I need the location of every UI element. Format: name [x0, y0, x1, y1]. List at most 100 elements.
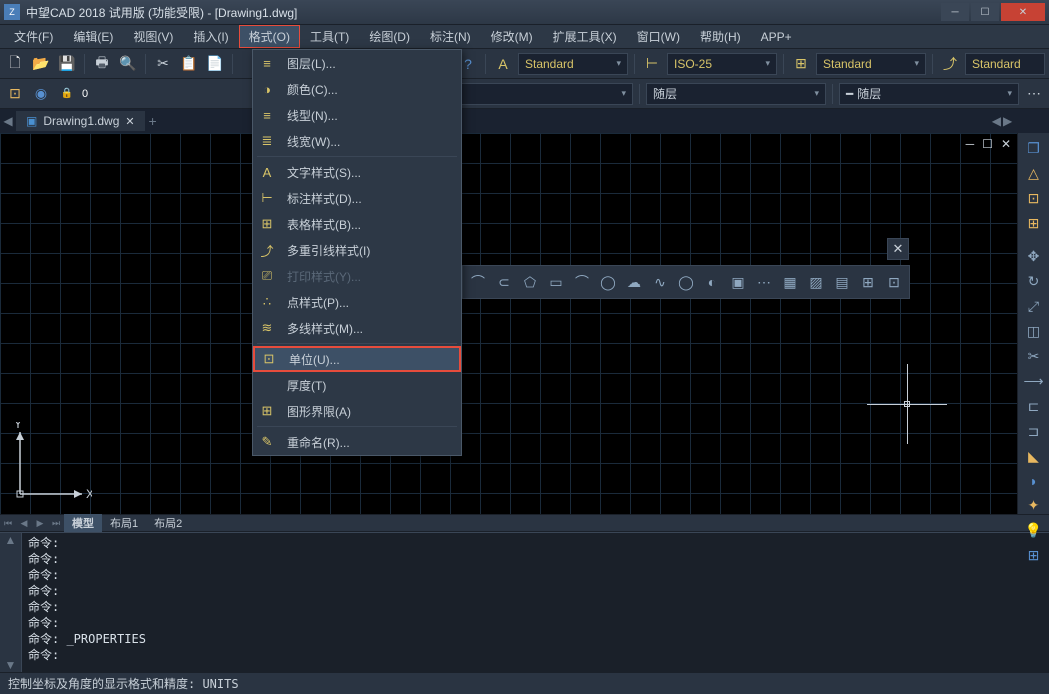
menu-item[interactable]: APP+: [751, 27, 802, 47]
offset-icon[interactable]: ⊡: [1023, 190, 1045, 207]
join-icon[interactable]: ⊐: [1023, 423, 1045, 440]
new-icon[interactable]: 🗋: [4, 53, 26, 75]
stretch-icon[interactable]: ◫: [1023, 323, 1045, 340]
close-button[interactable]: ✕: [1001, 3, 1045, 21]
menu-dropdown-item[interactable]: ⊞图形界限(A): [253, 398, 461, 424]
explode-icon[interactable]: ✦: [1023, 497, 1045, 514]
paste-icon[interactable]: 📄: [204, 53, 226, 75]
block-icon[interactable]: ▣: [729, 273, 747, 291]
open-icon[interactable]: 📂: [30, 53, 52, 75]
mleader-combo[interactable]: Standard: [965, 53, 1045, 75]
tablestyle-combo[interactable]: Standard▾: [816, 53, 926, 75]
linetype-icon[interactable]: ⋯: [1023, 83, 1045, 105]
bulb-icon[interactable]: 💡: [1023, 522, 1045, 539]
minimize-button[interactable]: ─: [941, 3, 969, 21]
save-icon[interactable]: 💾: [56, 53, 78, 75]
extend-icon[interactable]: ⟶: [1023, 373, 1045, 390]
mleader-icon[interactable]: ⤴: [939, 53, 961, 75]
lineweight-combo[interactable]: ━随层▾: [839, 83, 1019, 105]
dimstyle-icon[interactable]: ⊢: [641, 53, 663, 75]
nav-right-icon[interactable]: ▶: [1003, 114, 1012, 128]
floating-draw-toolbar[interactable]: ✕ ⌒ ⊂ ⬠ ▭ ⌒ ◯ ☁ ∿ ◯ ◐ ▣ ⋯ ▦ ▨ ▤ ⊞ ⊡: [462, 265, 910, 299]
menu-dropdown-item[interactable]: ◑颜色(C)...: [253, 76, 461, 102]
mirror-icon[interactable]: △: [1023, 165, 1045, 182]
menu-dropdown-item[interactable]: A文字样式(S)...: [253, 159, 461, 185]
copy-icon[interactable]: 📋: [178, 53, 200, 75]
drawing-canvas[interactable]: ─ ☐ ✕ X Y: [0, 133, 1017, 514]
layout-nav-first-icon[interactable]: ⏮: [0, 518, 16, 529]
ellipse-icon[interactable]: ◯: [677, 273, 695, 291]
nav-left-icon[interactable]: ◀: [992, 114, 1001, 128]
circle-icon[interactable]: ◯: [599, 273, 617, 291]
break-icon[interactable]: ⊏: [1023, 398, 1045, 415]
donut-icon[interactable]: ◐: [703, 273, 721, 291]
preview-icon[interactable]: 🔍: [117, 53, 139, 75]
region-icon[interactable]: ▤: [833, 273, 851, 291]
command-text[interactable]: 命令: 命令: 命令: 命令: 命令: 命令: 命令: _PROPERTIES …: [22, 533, 1049, 672]
layout-nav-prev-icon[interactable]: ◀: [16, 518, 32, 529]
menu-dropdown-item[interactable]: ≡线型(N)...: [253, 102, 461, 128]
menu-dropdown-item[interactable]: ⊢标注样式(D)...: [253, 185, 461, 211]
menu-dropdown-item[interactable]: ≣线宽(W)...: [253, 128, 461, 154]
layout-tab[interactable]: 布局2: [146, 514, 190, 532]
props-icon[interactable]: ⊞: [1023, 547, 1045, 564]
layer-icon[interactable]: ⊡: [4, 83, 26, 105]
arc2-icon[interactable]: ⊂: [495, 273, 513, 291]
menu-item[interactable]: 窗口(W): [627, 25, 690, 48]
menu-item[interactable]: 视图(V): [123, 25, 183, 48]
menu-dropdown-item[interactable]: ∴点样式(P)...: [253, 289, 461, 315]
rotate-icon[interactable]: ↻: [1023, 273, 1045, 290]
hatch-icon[interactable]: ▦: [781, 273, 799, 291]
drawing-close-icon[interactable]: ✕: [1001, 137, 1011, 151]
menu-dropdown-item[interactable]: ⤴多重引线样式(I): [253, 237, 461, 263]
copy-tool-icon[interactable]: ❐: [1023, 140, 1045, 157]
menu-item[interactable]: 格式(O): [239, 25, 300, 48]
spline-icon[interactable]: ∿: [651, 273, 669, 291]
menu-item[interactable]: 标注(N): [420, 25, 481, 48]
linetype-combo[interactable]: 随层▾: [646, 83, 826, 105]
textstyle-icon[interactable]: A: [492, 53, 514, 75]
layout-tab[interactable]: 模型: [64, 514, 102, 532]
dimstyle-combo[interactable]: ISO-25▾: [667, 53, 777, 75]
rect-icon[interactable]: ▭: [547, 273, 565, 291]
tablestyle-icon[interactable]: ⊞: [790, 53, 812, 75]
trim-icon[interactable]: ✂: [1023, 348, 1045, 365]
document-tab[interactable]: ▣ Drawing1.dwg ✕: [16, 111, 145, 131]
menu-item[interactable]: 文件(F): [4, 25, 63, 48]
tab-close-icon[interactable]: ✕: [125, 115, 134, 128]
move-icon[interactable]: ✥: [1023, 248, 1045, 265]
fillet-icon[interactable]: ◗: [1023, 473, 1045, 489]
layout-tab[interactable]: 布局1: [102, 514, 146, 532]
arc-icon[interactable]: ⌒: [469, 273, 487, 291]
menu-item[interactable]: 编辑(E): [63, 25, 123, 48]
arc3-icon[interactable]: ⌒: [573, 273, 591, 291]
chamfer-icon[interactable]: ◣: [1023, 448, 1045, 465]
textstyle-combo[interactable]: Standard▾: [518, 53, 628, 75]
menu-item[interactable]: 绘图(D): [359, 25, 420, 48]
array-icon[interactable]: ⊞: [1023, 215, 1045, 232]
floating-close-icon[interactable]: ✕: [887, 238, 909, 260]
layer-combo[interactable]: ▾: [453, 83, 633, 105]
table-icon[interactable]: ⊞: [859, 273, 877, 291]
menu-dropdown-item[interactable]: ≋多线样式(M)...: [253, 315, 461, 341]
text-icon[interactable]: ⊡: [885, 273, 903, 291]
cloud-icon[interactable]: ☁: [625, 273, 643, 291]
maximize-button[interactable]: ☐: [971, 3, 999, 21]
menu-item[interactable]: 插入(I): [183, 25, 238, 48]
drawing-max-icon[interactable]: ☐: [982, 137, 993, 151]
menu-dropdown-item[interactable]: ≡图层(L)...: [253, 50, 461, 76]
gradient-icon[interactable]: ▨: [807, 273, 825, 291]
point-icon[interactable]: ⋯: [755, 273, 773, 291]
menu-dropdown-item[interactable]: ⊞表格样式(B)...: [253, 211, 461, 237]
menu-dropdown-item[interactable]: ⊡单位(U)...: [253, 346, 461, 372]
layout-nav-last-icon[interactable]: ⏭: [48, 518, 64, 529]
tab-add-icon[interactable]: +: [145, 113, 161, 129]
polygon-icon[interactable]: ⬠: [521, 273, 539, 291]
menu-item[interactable]: 扩展工具(X): [543, 25, 627, 48]
menu-item[interactable]: 帮助(H): [690, 25, 751, 48]
layout-nav-next-icon[interactable]: ▶: [32, 518, 48, 529]
layer-iso-icon[interactable]: ◉: [30, 83, 52, 105]
layer-num-icon[interactable]: 🔒: [56, 83, 78, 105]
cut-icon[interactable]: ✂: [152, 53, 174, 75]
drawing-min-icon[interactable]: ─: [966, 137, 975, 151]
